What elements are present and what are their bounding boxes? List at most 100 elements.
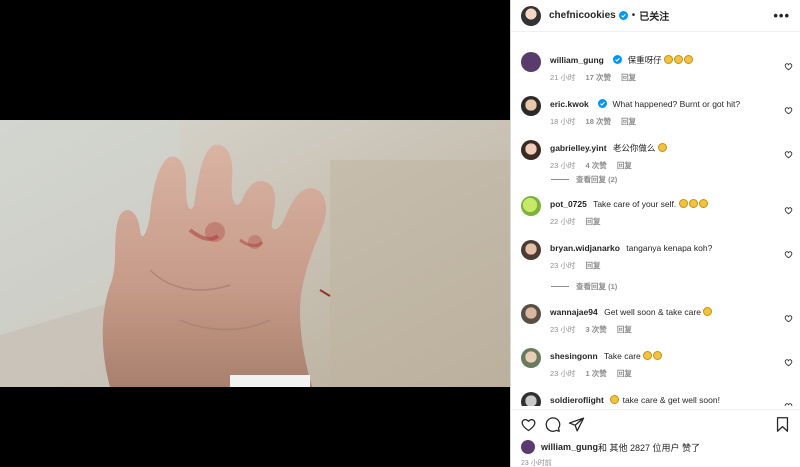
replies-divider (551, 286, 569, 287)
emoji-icon (678, 199, 688, 208)
comment-item: wannajae94 Get well soon & take care 23 … (511, 296, 800, 335)
comment-username[interactable]: eric.kwok (550, 99, 589, 109)
reply-button[interactable]: 回复 (617, 369, 632, 378)
view-replies-button[interactable]: 查看回复 (2) (551, 174, 617, 185)
comment-item: soldieroflight take care & get well soon… (511, 384, 800, 406)
comment-text: bryan.widjanarko tanganya kenapa koh? (550, 242, 782, 254)
like-heart-icon[interactable] (784, 358, 793, 367)
reply-button[interactable]: 回复 (617, 161, 632, 170)
comment-likes-count[interactable]: 1 次赞 (586, 369, 607, 378)
comment-likes-count[interactable]: 3 次赞 (586, 325, 607, 334)
comment-avatar[interactable] (521, 96, 541, 116)
comment-time: 23 小时 (550, 261, 576, 270)
emoji-icon (643, 351, 653, 360)
comment-meta: 23 小时 回复 (550, 260, 782, 271)
comment-avatar[interactable] (521, 304, 541, 324)
comment-text: wannajae94 Get well soon & take care (550, 306, 782, 318)
comment-username[interactable]: shesingonn (550, 351, 598, 361)
comment-meta: 23 小时 4 次赞 回复 (550, 160, 782, 171)
comment-avatar[interactable] (521, 348, 541, 368)
like-heart-icon[interactable] (784, 250, 793, 259)
replies-divider (551, 179, 569, 180)
comment-icon[interactable] (544, 416, 561, 433)
comment-item: gabrielley.yint 老公你做么 23 小时 4 次赞 回复 (511, 132, 800, 171)
reply-button[interactable]: 回复 (621, 73, 636, 82)
comment-text: soldieroflight take care & get well soon… (550, 394, 782, 406)
like-heart-icon[interactable] (784, 314, 793, 323)
comment-avatar[interactable] (521, 240, 541, 260)
reply-button[interactable]: 回复 (621, 117, 636, 126)
post-header: chefnicookies • 已关注 ••• (511, 0, 800, 32)
emoji-icon (673, 55, 683, 64)
emoji-icon (610, 395, 620, 404)
comment-meta: 21 小时 17 次赞 回复 (550, 72, 782, 83)
comment-time: 23 小时 (550, 369, 576, 378)
comment-body: What happened? Burnt or got hit? (612, 99, 741, 109)
comment-username[interactable]: bryan.widjanarko (550, 243, 620, 253)
comment-username[interactable]: soldieroflight (550, 395, 604, 405)
comment-likes-count[interactable]: 18 次赞 (586, 117, 611, 126)
post-photo[interactable] (0, 120, 510, 387)
comment-username[interactable]: gabrielley.yint (550, 143, 607, 153)
liker-username[interactable]: william_gung (541, 442, 598, 452)
comment-time: 23 小时 (550, 161, 576, 170)
more-options-icon[interactable]: ••• (773, 8, 790, 23)
comment-avatar[interactable] (521, 52, 541, 72)
comment-likes-count[interactable]: 17 次赞 (586, 73, 611, 82)
comment-time: 18 小时 (550, 117, 576, 126)
author-avatar[interactable] (521, 5, 541, 26)
post-media (0, 0, 510, 467)
comment-avatar[interactable] (521, 140, 541, 160)
comment-avatar[interactable] (521, 196, 541, 216)
likes-count-text[interactable]: 和 其他 2827 位用户 赞了 (598, 441, 700, 454)
comment-item: william_gung 保重呀仔 21 小时 17 次赞 回复 (511, 44, 800, 83)
comment-username[interactable]: wannajae94 (550, 307, 598, 317)
verified-badge-icon (613, 55, 623, 64)
comment-meta: 22 小时 回复 (550, 216, 782, 227)
reply-button[interactable]: 回复 (586, 261, 601, 270)
follow-status-button[interactable]: 已关注 (639, 8, 669, 23)
share-send-icon[interactable] (568, 416, 585, 433)
comment-username[interactable]: william_gung (550, 55, 604, 65)
comment-text: gabrielley.yint 老公你做么 (550, 142, 782, 154)
like-heart-icon[interactable] (784, 62, 793, 71)
reply-button[interactable]: 回复 (617, 325, 632, 334)
view-replies-label: 查看回复 (2) (576, 175, 618, 184)
comment-item: pot_0725 Take care of your self. 22 小时 回… (511, 188, 800, 227)
like-heart-icon[interactable] (784, 106, 793, 115)
comment-body: 保重呀仔 (627, 55, 662, 65)
comment-body: Take care (603, 351, 641, 361)
emoji-icon (698, 199, 708, 208)
like-heart-icon[interactable] (784, 402, 793, 406)
comment-body: 老公你做么 (612, 143, 656, 153)
view-replies-button[interactable]: 查看回复 (1) (551, 281, 617, 292)
emoji-icon (657, 143, 667, 152)
comment-username[interactable]: pot_0725 (550, 199, 587, 209)
emoji-icon (683, 55, 693, 64)
comment-time: 22 小时 (550, 217, 576, 226)
comments-list: william_gung 保重呀仔 21 小时 17 次赞 回复 eric.kw… (511, 36, 800, 406)
view-replies-label: 查看回复 (1) (576, 282, 618, 291)
comment-text: eric.kwok What happened? Burnt or got hi… (550, 98, 782, 110)
comment-avatar[interactable] (521, 392, 541, 406)
comment-item: bryan.widjanarko tanganya kenapa koh? 23… (511, 232, 800, 271)
comment-meta: 23 小时 1 次赞 回复 (550, 368, 782, 379)
reply-button[interactable]: 回复 (586, 217, 601, 226)
emoji-icon (688, 199, 698, 208)
verified-badge-icon (598, 99, 608, 108)
comment-time: 23 小时 (550, 325, 576, 334)
likes-summary: william_gung 和 其他 2827 位用户 赞了 (521, 440, 700, 454)
save-bookmark-icon[interactable] (774, 416, 791, 433)
like-heart-icon[interactable] (784, 206, 793, 215)
author-username[interactable]: chefnicookies (549, 10, 616, 21)
liker-avatar[interactable] (521, 440, 535, 454)
comment-text: shesingonn Take care (550, 350, 782, 362)
comment-body: Take care of your self. (593, 199, 677, 209)
comment-likes-count[interactable]: 4 次赞 (586, 161, 607, 170)
comment-meta: 23 小时 3 次赞 回复 (550, 324, 782, 335)
instagram-post-window: chefnicookies • 已关注 ••• william_gung 保重呀… (0, 0, 800, 467)
comment-meta: 18 小时 18 次赞 回复 (550, 116, 782, 127)
like-heart-icon[interactable] (784, 150, 793, 159)
comment-body: take care & get well soon! (622, 395, 720, 405)
like-heart-icon[interactable] (520, 416, 537, 433)
